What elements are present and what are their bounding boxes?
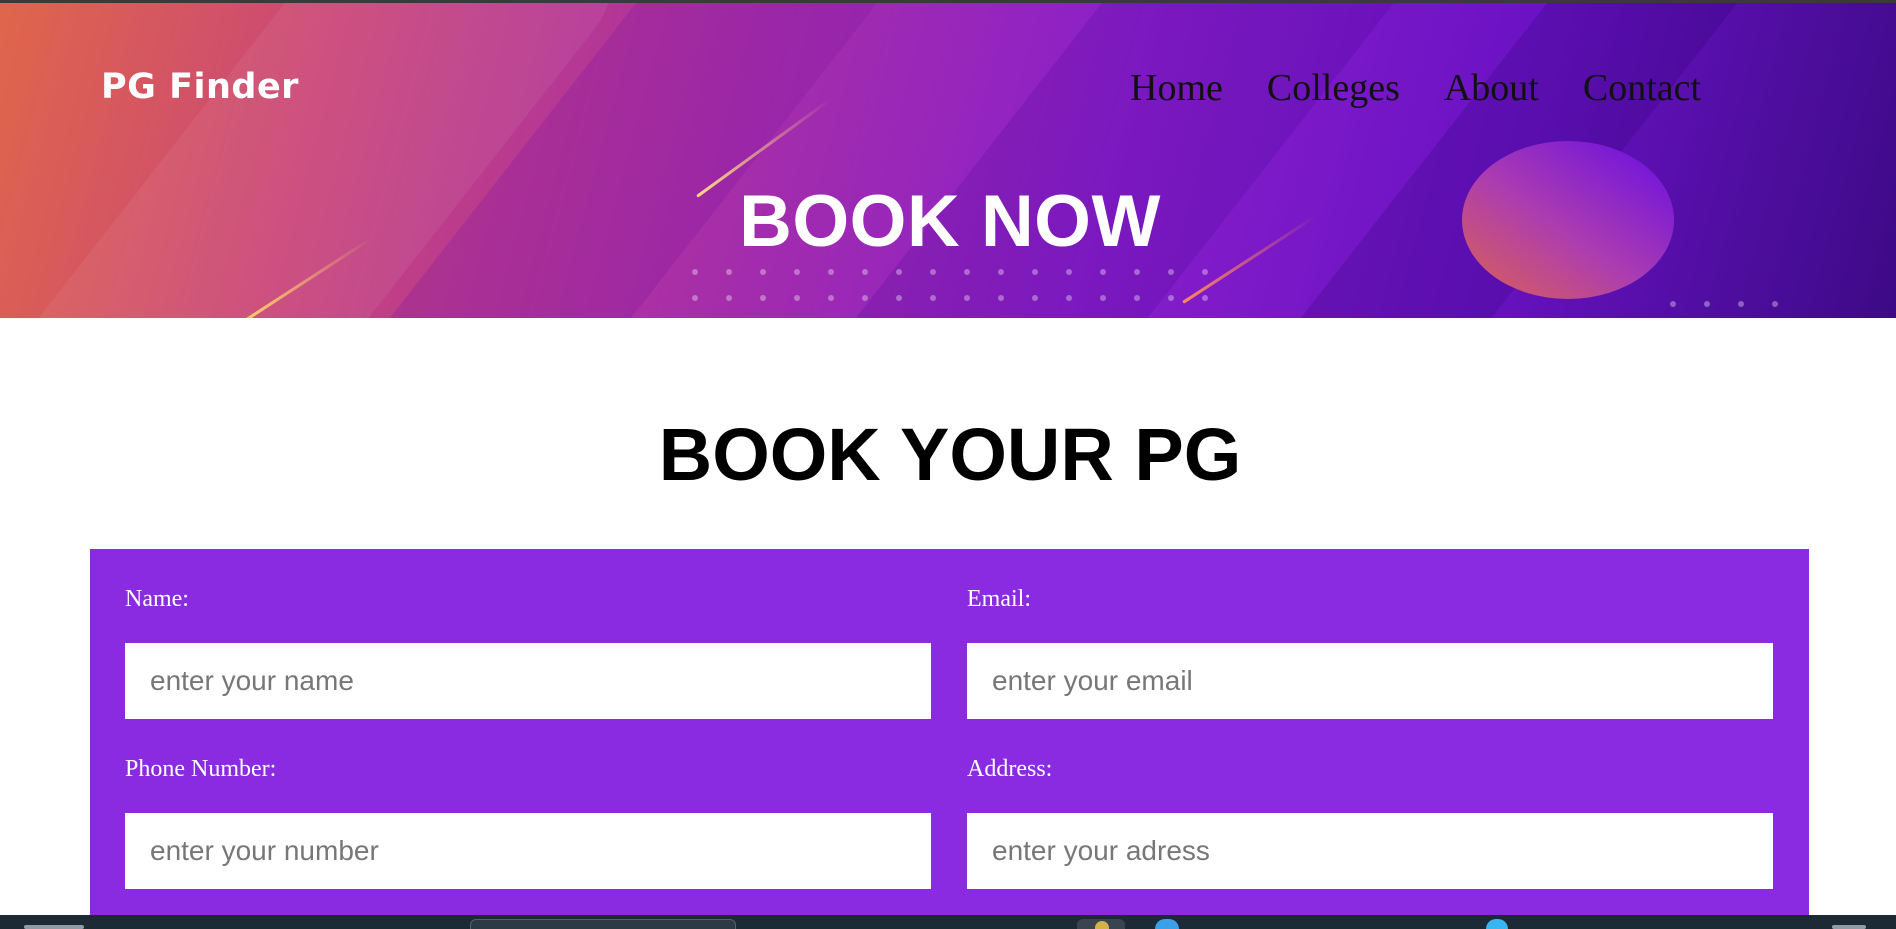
decorative-dot — [726, 295, 732, 301]
decorative-dot — [794, 269, 800, 275]
phone-field[interactable] — [125, 813, 931, 889]
nav-link-colleges[interactable]: Colleges — [1267, 66, 1400, 110]
nav-link-about[interactable]: About — [1444, 66, 1539, 110]
main-nav: Home Colleges About Contact — [1130, 66, 1701, 110]
address-field[interactable] — [967, 813, 1773, 889]
decorative-dot — [1202, 295, 1208, 301]
brand-logo[interactable]: PG Finder — [101, 67, 299, 107]
decorative-dot — [1202, 269, 1208, 275]
decorative-dot — [1032, 295, 1038, 301]
taskbar-search-icon[interactable] — [470, 919, 736, 929]
decorative-dot — [1168, 269, 1174, 275]
nav-link-home[interactable]: Home — [1130, 66, 1223, 110]
decorative-dot — [930, 295, 936, 301]
taskbar-browser-icon[interactable] — [1155, 919, 1179, 929]
email-field[interactable] — [967, 643, 1773, 719]
email-label: Email: — [967, 586, 1031, 612]
decorative-dot — [964, 295, 970, 301]
decorative-dot-row — [1670, 301, 1778, 307]
decorative-dot — [896, 295, 902, 301]
decorative-dot — [828, 269, 834, 275]
taskbar-weather-widget[interactable] — [24, 925, 84, 929]
page-title: BOOK YOUR PG — [658, 413, 1242, 496]
decorative-dot — [964, 269, 970, 275]
decorative-dot — [862, 269, 868, 275]
taskbar-edge-icon[interactable] — [1486, 919, 1508, 929]
decorative-dot — [760, 295, 766, 301]
decorative-dot — [1100, 295, 1106, 301]
decorative-dot — [1100, 269, 1106, 275]
decorative-dot — [862, 295, 868, 301]
decorative-dot — [1704, 301, 1710, 307]
hero-title: BOOK NOW — [739, 181, 1161, 262]
decorative-dot — [794, 295, 800, 301]
decorative-dot — [828, 295, 834, 301]
decorative-dot — [692, 269, 698, 275]
taskbar-clock — [1832, 925, 1866, 929]
nav-link-contact[interactable]: Contact — [1583, 66, 1701, 110]
decorative-dot-grid — [692, 269, 1208, 301]
decorative-dot — [692, 295, 698, 301]
decorative-dot — [1134, 295, 1140, 301]
os-taskbar — [0, 915, 1896, 929]
decorative-dot — [1772, 301, 1778, 307]
decorative-dot — [1134, 269, 1140, 275]
decorative-dot — [1168, 295, 1174, 301]
decorative-dot — [760, 269, 766, 275]
decorative-dot — [1032, 269, 1038, 275]
decorative-dot — [896, 269, 902, 275]
decorative-dot — [726, 269, 732, 275]
taskbar-app-icon[interactable] — [1077, 919, 1125, 929]
decorative-dot — [1738, 301, 1744, 307]
decorative-dot — [998, 269, 1004, 275]
address-label: Address: — [967, 756, 1053, 782]
phone-label: Phone Number: — [125, 756, 277, 782]
decorative-dot — [1670, 301, 1676, 307]
booking-form: Name: Email: Phone Number: Address: — [90, 549, 1809, 929]
name-field[interactable] — [125, 643, 931, 719]
decorative-dot — [1066, 269, 1072, 275]
hero-banner: PG Finder Home Colleges About Contact BO… — [0, 0, 1896, 318]
decorative-dot — [930, 269, 936, 275]
decorative-dot — [1066, 295, 1072, 301]
decorative-dot — [998, 295, 1004, 301]
name-label: Name: — [125, 586, 189, 612]
